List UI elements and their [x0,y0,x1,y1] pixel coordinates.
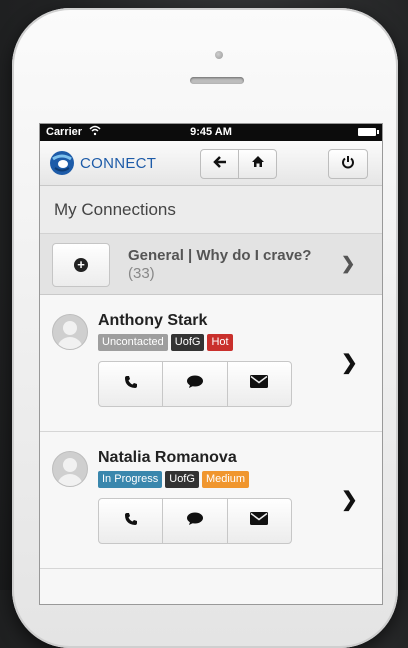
contact-name: Anthony Stark [98,312,208,329]
envelope-icon [250,375,269,393]
status-bar: Carrier 9:45 AM [40,124,382,141]
email-button[interactable] [226,499,291,543]
contact-actions [98,498,292,544]
chevron-right-icon: ❯ [341,254,356,273]
message-button[interactable] [162,499,226,543]
plus-circle-icon: + [74,258,88,272]
power-button[interactable] [328,149,368,179]
contact-actions [98,361,292,407]
org-badge: UofG [165,471,199,488]
page-title: My Connections [40,186,382,233]
status-badge: Uncontacted [98,334,168,351]
chevron-right-icon: ❯ [341,489,358,511]
power-icon [341,155,355,174]
priority-badge: Medium [201,471,250,488]
org-badge: UofG [170,334,205,351]
contact-tags: Uncontacted UofG Hot [98,334,233,351]
camera [215,51,223,59]
add-button[interactable]: + [52,243,110,287]
battery-icon [358,128,379,136]
group-row[interactable]: + General | Why do I crave? (33) ❯ [40,233,382,295]
call-button[interactable] [99,362,162,406]
home-icon [251,155,265,173]
nav-bar: CONNECT [40,141,382,186]
brand-name: CONNECT [80,155,157,172]
email-button[interactable] [226,362,291,406]
message-button[interactable] [162,362,226,406]
status-time: 9:45 AM [190,126,232,138]
contact-row[interactable]: Natalia Romanova In Progress UofG Medium… [40,432,382,569]
contact-row[interactable]: Anthony Stark Uncontacted UofG Hot ❯ [40,295,382,432]
contact-name: Natalia Romanova [98,449,237,466]
status-badge: In Progress [98,471,163,488]
connect-logo-icon [49,150,75,176]
avatar [52,451,88,487]
phone-icon [124,512,138,531]
speaker [190,77,244,84]
contact-tags: In Progress UofG Medium [98,471,250,488]
home-button[interactable] [238,150,276,178]
arrow-left-icon [212,155,227,173]
group-label: General | Why do I crave? (33) [128,247,318,283]
back-button[interactable] [201,150,238,178]
call-button[interactable] [99,499,162,543]
group-count: (33) [128,265,155,282]
envelope-icon [250,512,269,530]
phone-icon [124,375,138,394]
avatar [52,314,88,350]
group-name: General | Why do I crave? [128,247,312,264]
chat-bubble-icon [186,375,204,394]
chevron-right-icon: ❯ [341,352,358,374]
chat-bubble-icon [186,512,204,531]
nav-button-group [200,149,277,179]
priority-badge: Hot [207,334,233,351]
app-screen: Carrier 9:45 AM CONNECT My Connections +… [39,123,383,605]
